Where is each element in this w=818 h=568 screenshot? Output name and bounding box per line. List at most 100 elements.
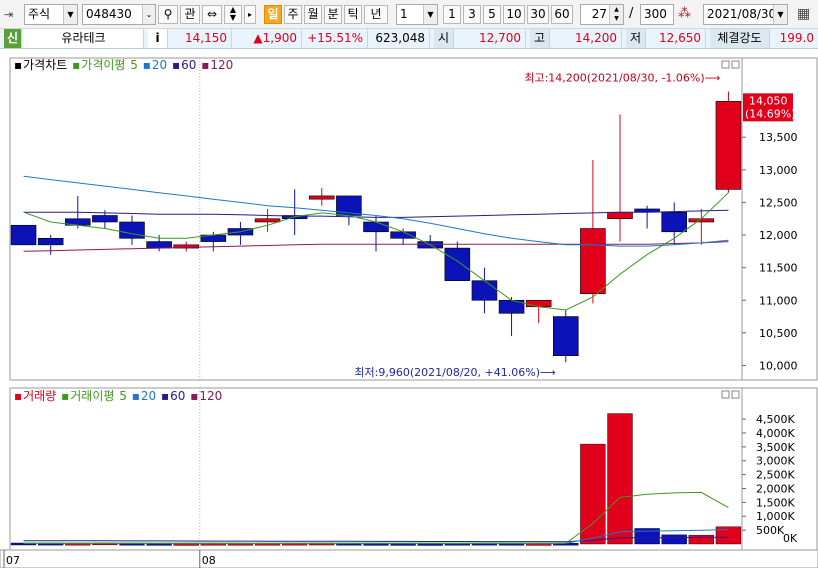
candle-body [92,215,118,223]
volume-legend-title: 거래량 [23,389,57,403]
market-select[interactable]: 주식 ▼ [24,4,78,25]
date-select[interactable]: 2021/08/30 ▼ [703,4,788,25]
quick-interval-1[interactable]: 1 [443,5,461,24]
volume-ma-label: 거래이평 [70,389,115,403]
menu-toggle-icon[interactable]: ⇥ [4,8,24,21]
legend-marker-icon: ▪ [160,389,170,403]
volume-y-tick-label: 3,500K [756,441,795,454]
open-price-value: 12,700 [479,31,521,45]
high-price-value: 14,200 [575,31,617,45]
quick-interval-label: 10 [506,7,522,21]
price-y-tick-label: 11,500 [759,262,798,275]
updown-stepper[interactable]: ▲ ▼ [224,5,242,24]
quick-interval-10[interactable]: 10 [503,5,525,24]
period-year-button[interactable]: 년 [364,5,388,24]
volume-y-tick-label: 1,000K [756,510,795,523]
count-value: 27 [591,7,607,21]
high-label: 고 [530,29,550,48]
volume-y-tick-label: 2,000K [756,482,795,495]
info-button[interactable]: i [148,29,168,48]
candle-body [254,218,281,223]
period-week-button[interactable]: 주 [284,5,302,24]
total-input[interactable]: 300 [640,4,674,25]
toolbar: ⇥ 주식 ▼ 048430 ⌄ ⚲ 관 ⇔ ▲ ▼ ▸ 일 주 월 분 틱 년 … [0,0,818,29]
quick-interval-30[interactable]: 30 [527,5,549,24]
pane-minimize-icon [721,60,730,69]
count-separator: / [629,6,634,21]
strength-value-text: 199.0 [779,31,814,45]
interval-select[interactable]: 1 ▼ [396,4,438,25]
period-day-button[interactable]: 일 [264,5,282,24]
pane-minimize-icon [721,390,730,399]
price-change-value: ▲1,900 [253,31,297,45]
candle-body [363,221,389,233]
candle-body [525,299,552,308]
candle-body [309,195,335,200]
period-month-button[interactable]: 월 [304,5,322,24]
price-y-tick-label: 12,000 [759,229,798,242]
volume-ma5-label: 5 [119,389,127,403]
period-label: 틱 [347,7,359,21]
current-price: 14,150 [172,29,232,48]
current-price-value: 14,150 [185,31,227,45]
pane-close-icon [731,390,740,399]
price-ma60-label: 60 [181,58,197,72]
count-stepper[interactable]: 27 ▲ ▼ [580,4,624,25]
search-button[interactable]: ⚲ [158,5,178,24]
date-select-value: 2021/08/30 [707,7,777,21]
code-input[interactable]: 048430 ⌄ [82,4,156,25]
low-price-value: 12,650 [659,31,701,45]
chevron-down-icon: ▼ [63,5,77,24]
legend-marker-icon: ▪ [131,389,140,403]
period-label: 분 [327,7,339,21]
grid-settings-icon[interactable]: ⁂ [678,6,691,21]
price-change: ▲1,900 [232,29,302,48]
legend-marker-icon: ▪ [142,58,151,72]
strength-label-text: 체결강도 [717,31,762,45]
volume-y-tick-label: 4,500K [756,413,795,426]
quick-interval-3[interactable]: 3 [463,5,481,24]
volume-ma60-label: 60 [170,389,186,403]
stock-name-label: 유라테크 [61,31,106,45]
volume-bar [607,413,633,545]
volume-y-tick-label: 500K [756,524,785,537]
low-label: 저 [626,29,646,48]
quick-interval-label: 3 [468,7,476,21]
strength-value: 199.0 [770,29,818,48]
period-label: 주 [287,7,299,21]
watch-button[interactable]: 관 [180,5,200,24]
candle-body [471,280,498,301]
volume-bar [580,443,606,545]
quick-interval-5[interactable]: 5 [483,5,501,24]
quick-interval-label: 30 [530,7,546,21]
calendar-chart-icon[interactable]: ▦ [797,6,810,22]
more-button[interactable]: ▸ [244,5,256,24]
sync-button[interactable]: ⇔ [202,5,222,24]
total-value: 300 [644,7,667,21]
x-tick-label: 08 [202,554,216,567]
period-tick-button[interactable]: 틱 [344,5,362,24]
trade-volume-value: 623,048 [375,31,425,45]
trade-volume: 623,048 [368,29,430,48]
quote-bar: 신 유라테크 i 14,150 ▲1,900 +15.51% 623,048 시… [0,29,818,49]
period-minute-button[interactable]: 분 [324,5,342,24]
quick-interval-label: 5 [488,7,496,21]
candle-body [580,228,606,295]
candle-body [146,241,172,249]
legend-marker-icon: ▪ [72,58,81,72]
quick-interval-label: 60 [554,7,570,21]
volume-bar [173,543,199,546]
market-select-value: 주식 [28,7,51,21]
quick-interval-60[interactable]: 60 [551,5,573,24]
legend-marker-icon: ▪ [61,389,70,403]
high-label-text: 고 [533,31,546,45]
volume-bar [688,534,715,545]
price-change-percent-value: +15.51% [307,31,363,45]
legend-marker-icon: ▪ [201,58,210,72]
legend-marker-icon: ▪ [14,389,23,403]
price-change-percent: +15.51% [302,29,368,48]
chart-area: 07 08 10,000 10,500 11,000 11,500 12,000 12,500… [0,57,818,568]
candle-body [661,211,687,233]
volume-y-tick-label: 3,000K [756,455,795,468]
legend-marker-icon: ▪ [172,58,181,72]
